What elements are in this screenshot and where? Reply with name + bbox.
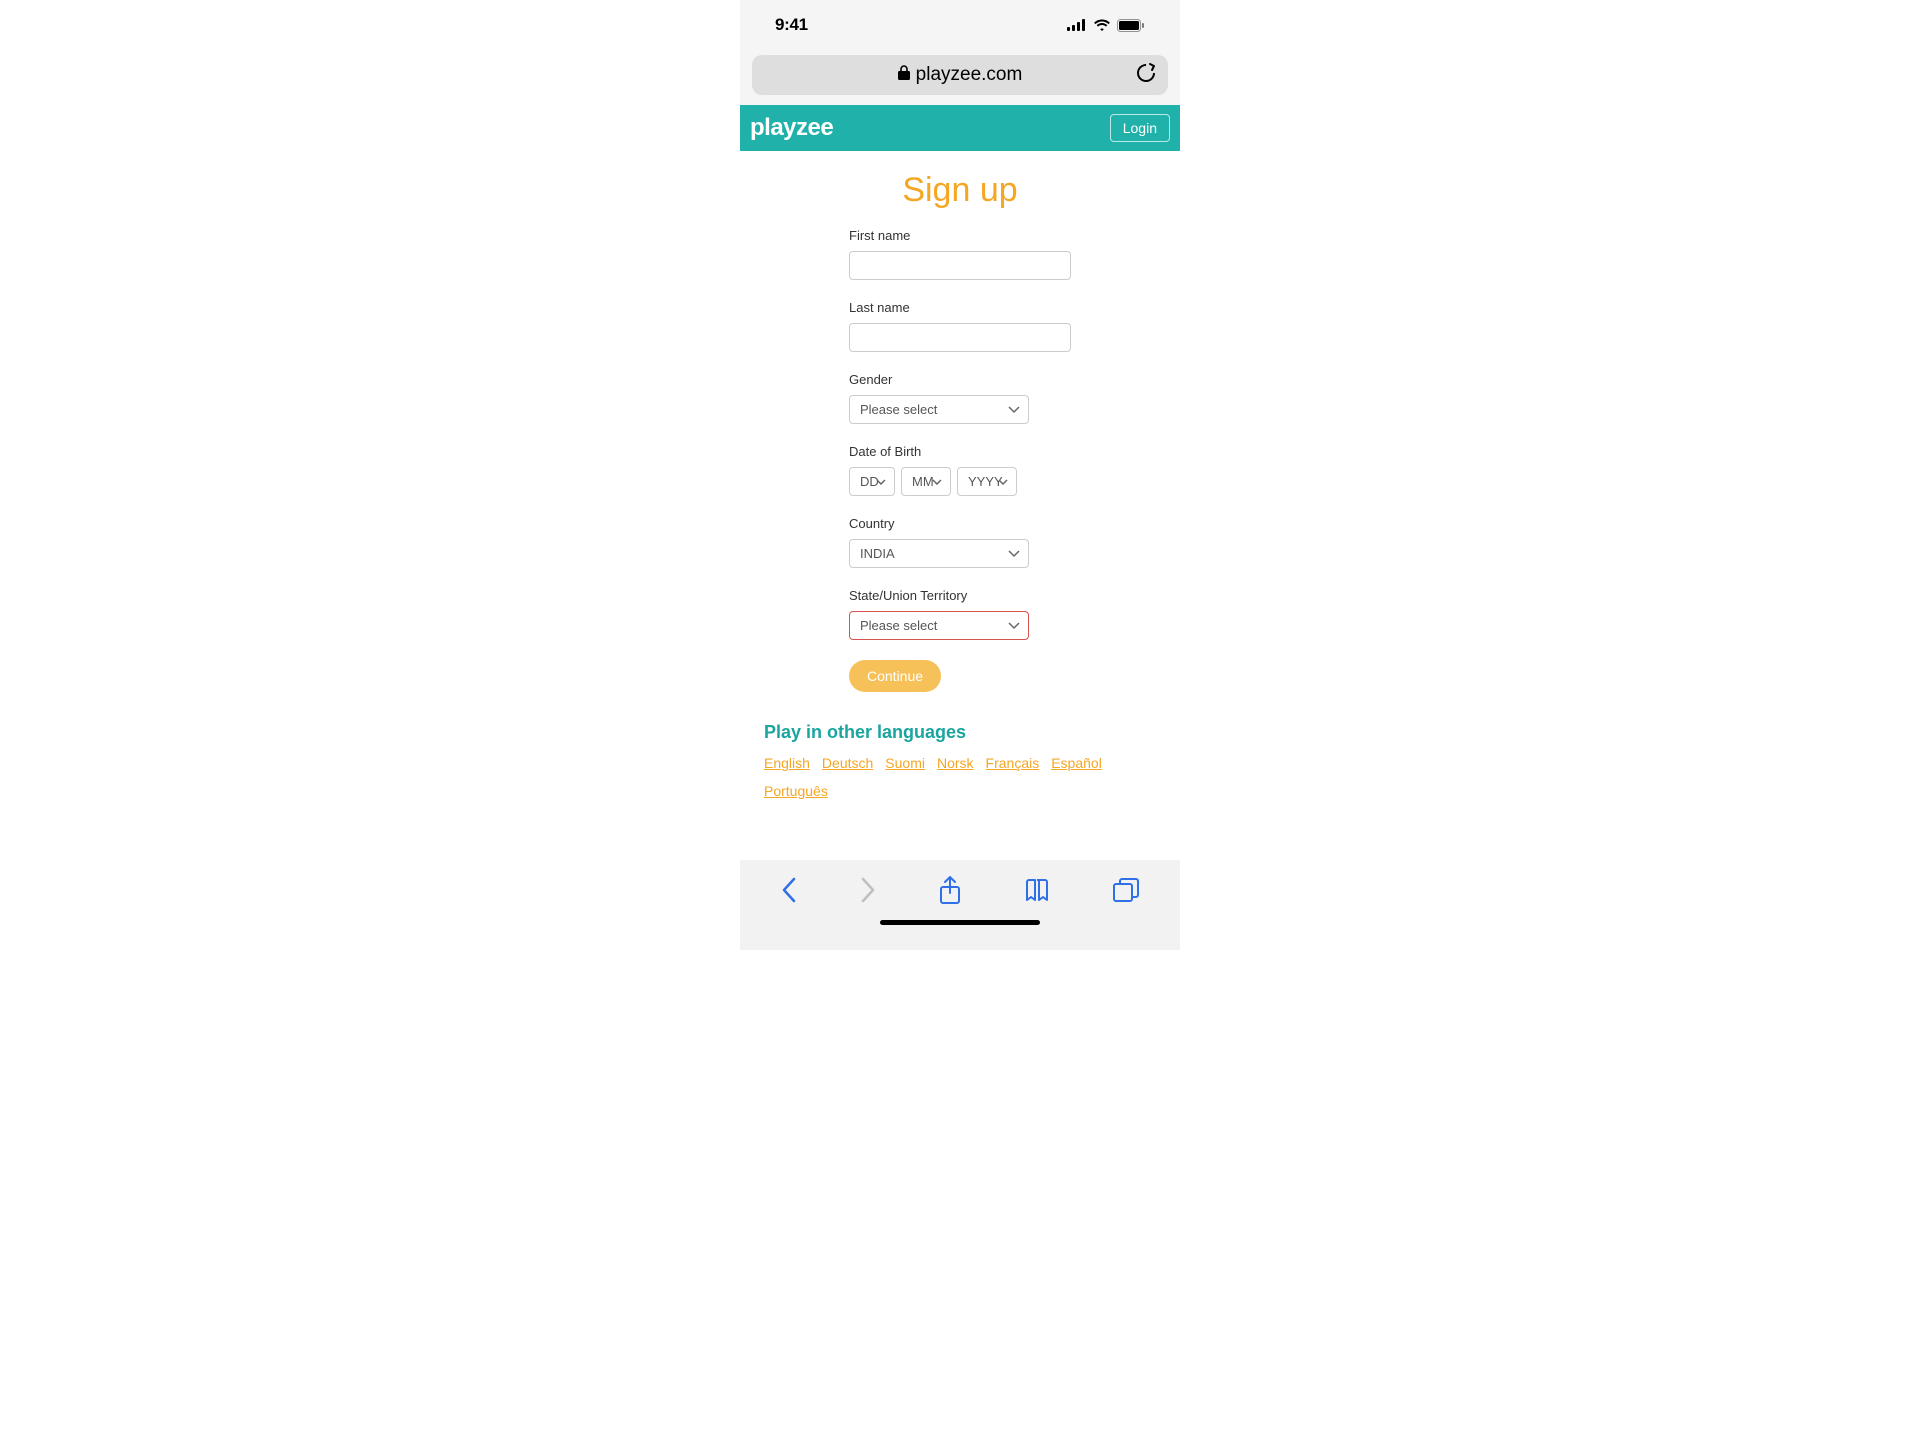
languages-title: Play in other languages (764, 722, 1156, 743)
lang-link-norsk[interactable]: Norsk (937, 755, 974, 771)
dob-month-select[interactable]: MM (901, 467, 951, 496)
last-name-label: Last name (849, 300, 1071, 315)
url-center: playzee.com (766, 64, 1154, 86)
state-select[interactable]: Please select (849, 611, 1029, 640)
lang-link-deutsch[interactable]: Deutsch (822, 755, 873, 771)
url-bar-container: playzee.com (740, 50, 1180, 105)
lang-link-portugues[interactable]: Português (764, 783, 828, 799)
page-title: Sign up (740, 171, 1180, 210)
forward-button (859, 876, 877, 904)
chevron-down-icon (998, 479, 1008, 485)
lang-link-suomi[interactable]: Suomi (885, 755, 925, 771)
gender-value: Please select (860, 402, 937, 417)
gender-group: Gender Please select (849, 372, 1071, 424)
state-value: Please select (860, 618, 937, 633)
chevron-down-icon (1008, 622, 1020, 630)
state-group: State/Union Territory Please select (849, 588, 1071, 640)
languages-list: English Deutsch Suomi Norsk Français Esp… (764, 755, 1156, 799)
lang-link-english[interactable]: English (764, 755, 810, 771)
first-name-label: First name (849, 228, 1071, 243)
lang-link-espanol[interactable]: Español (1051, 755, 1102, 771)
battery-icon (1117, 19, 1145, 32)
last-name-group: Last name (849, 300, 1071, 352)
app-header: playzee Login (740, 105, 1180, 151)
last-name-input[interactable] (849, 323, 1071, 352)
url-domain: playzee.com (916, 64, 1023, 86)
tabs-button[interactable] (1112, 877, 1140, 903)
reload-icon[interactable] (1136, 62, 1156, 89)
gender-select[interactable]: Please select (849, 395, 1029, 424)
lang-link-francais[interactable]: Français (986, 755, 1040, 771)
toolbar-row (740, 860, 1180, 920)
login-button[interactable]: Login (1110, 114, 1170, 142)
languages-section: Play in other languages English Deutsch … (740, 692, 1180, 819)
bookmarks-button[interactable] (1023, 877, 1051, 903)
url-bar[interactable]: playzee.com (752, 55, 1168, 95)
country-label: Country (849, 516, 1071, 531)
status-bar: 9:41 (740, 0, 1180, 50)
status-time: 9:41 (775, 15, 808, 35)
wifi-icon (1093, 19, 1111, 32)
lock-icon (898, 65, 910, 85)
share-button[interactable] (938, 875, 962, 905)
dob-year-select[interactable]: YYYY (957, 467, 1017, 496)
country-group: Country INDIA (849, 516, 1071, 568)
dob-group: Date of Birth DD MM YYYY (849, 444, 1071, 496)
dob-row: DD MM YYYY (849, 467, 1071, 496)
gender-label: Gender (849, 372, 1071, 387)
country-select[interactable]: INDIA (849, 539, 1029, 568)
state-label: State/Union Territory (849, 588, 1071, 603)
dob-day-select[interactable]: DD (849, 467, 895, 496)
dob-label: Date of Birth (849, 444, 1071, 459)
dob-month-value: MM (912, 474, 934, 489)
chevron-down-icon (1008, 550, 1020, 558)
first-name-input[interactable] (849, 251, 1071, 280)
cellular-signal-icon (1067, 19, 1087, 31)
phone-frame: 9:41 playzee.com (740, 0, 1180, 950)
chevron-down-icon (876, 479, 886, 485)
home-indicator[interactable] (880, 920, 1040, 925)
chevron-down-icon (1008, 406, 1020, 414)
continue-button[interactable]: Continue (849, 660, 941, 692)
browser-toolbar (740, 860, 1180, 950)
signup-form: First name Last name Gender Please selec… (849, 228, 1071, 692)
first-name-group: First name (849, 228, 1071, 280)
page-content: Sign up First name Last name Gender Plea… (740, 151, 1180, 860)
app-logo[interactable]: playzee (750, 114, 833, 142)
country-value: INDIA (860, 546, 895, 561)
chevron-down-icon (932, 479, 942, 485)
status-icons (1067, 19, 1145, 32)
back-button[interactable] (780, 876, 798, 904)
